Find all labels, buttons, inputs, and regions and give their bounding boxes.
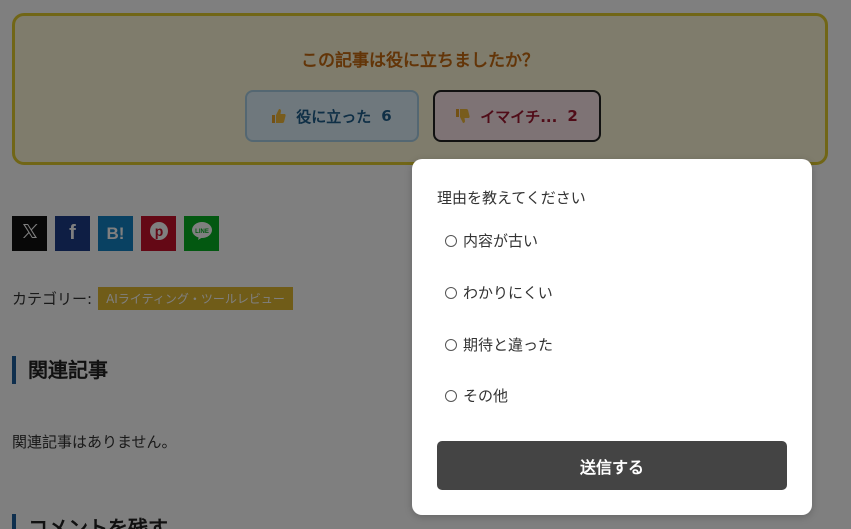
submit-button[interactable]: 送信する: [437, 441, 787, 490]
reason-popup: 理由を教えてください 内容が古い わかりにくい 期待と違った その他 送信する: [412, 159, 812, 515]
reason-option[interactable]: わかりにくい: [445, 282, 553, 303]
radio-icon[interactable]: [445, 286, 457, 299]
radio-icon[interactable]: [445, 234, 457, 247]
reason-option[interactable]: その他: [445, 385, 508, 406]
reason-option[interactable]: 期待と違った: [445, 334, 553, 355]
page: この記事は役に立ちましたか？ 役に立った 6 イマイチ... 2: [0, 0, 851, 529]
radio-icon[interactable]: [445, 389, 457, 402]
reason-label: わかりにくい: [463, 284, 553, 302]
reason-label: 内容が古い: [463, 232, 539, 250]
radio-icon[interactable]: [445, 338, 457, 351]
reason-label: 期待と違った: [463, 336, 554, 354]
reason-option[interactable]: 内容が古い: [445, 230, 538, 251]
popup-title: 理由を教えてください: [437, 189, 586, 207]
reason-label: その他: [463, 387, 509, 405]
